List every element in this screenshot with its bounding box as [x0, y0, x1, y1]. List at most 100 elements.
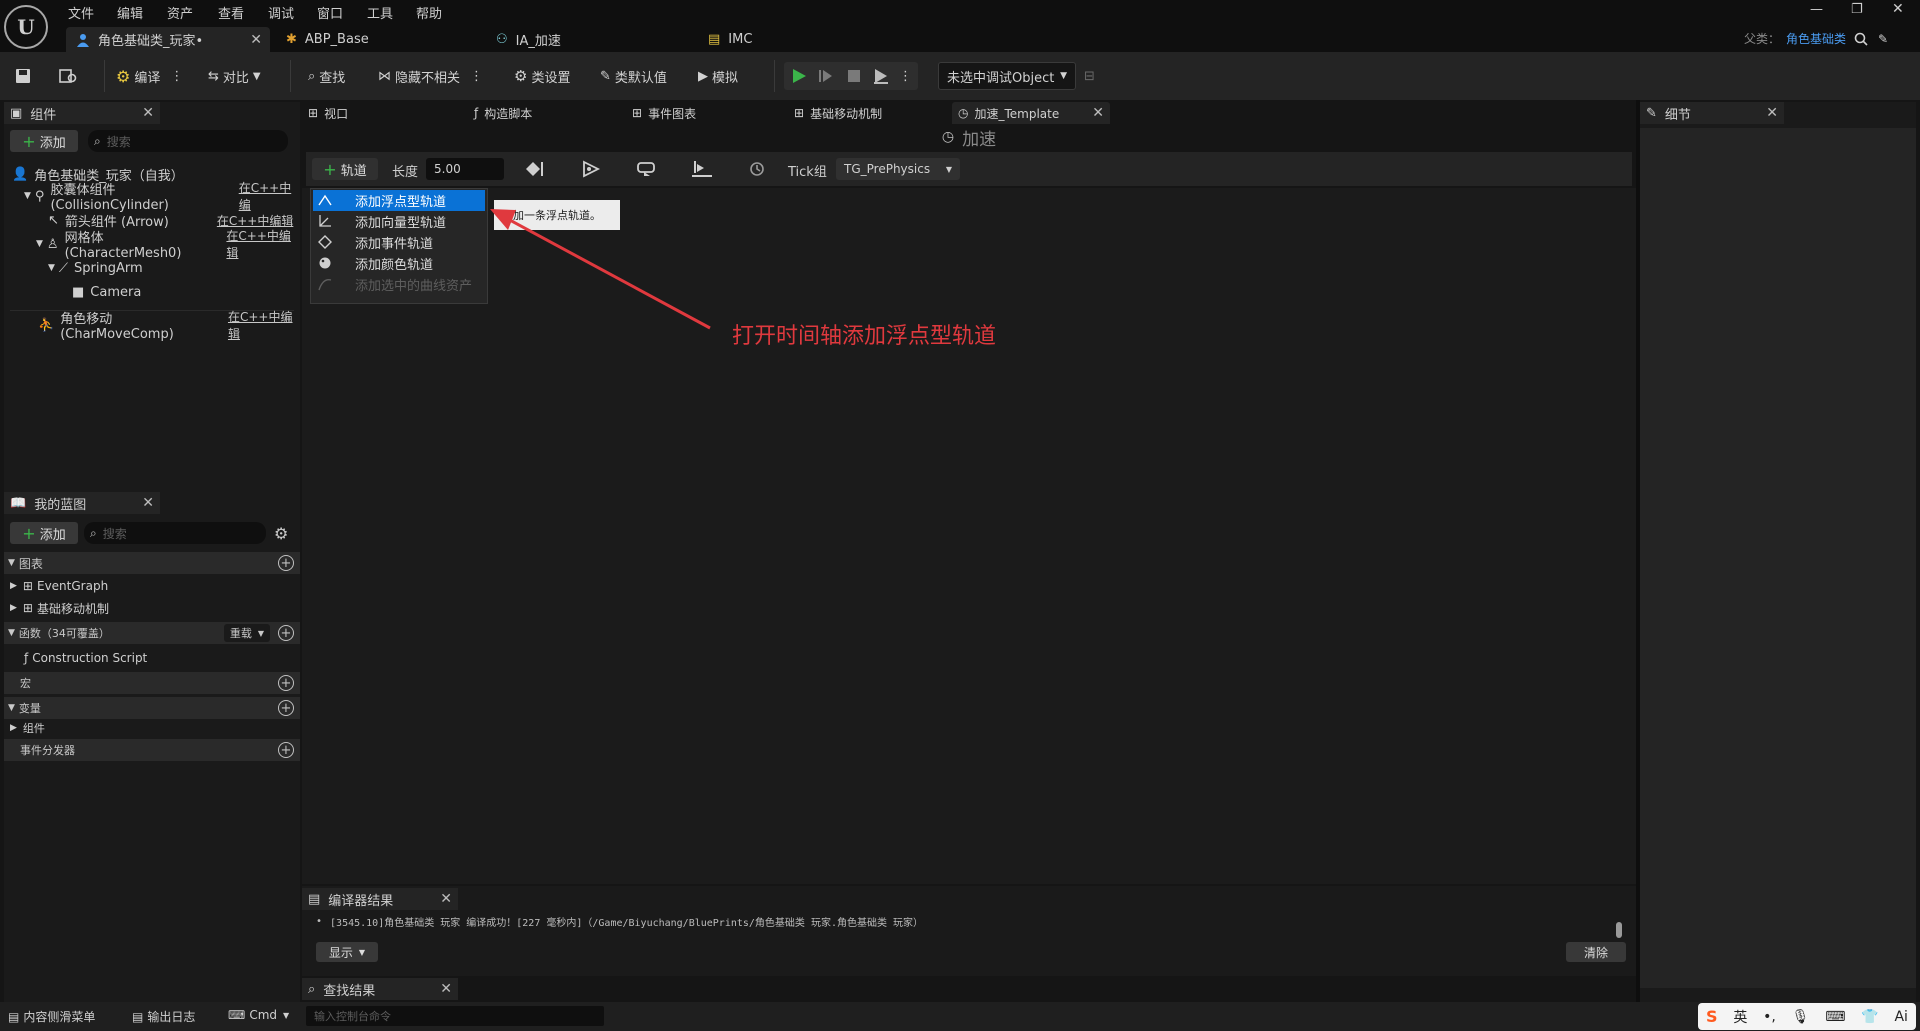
- show-filter-button[interactable]: 显示 ▼: [316, 942, 378, 962]
- menu-file[interactable]: 文件: [68, 3, 94, 22]
- debug-object-select[interactable]: 未选中调试Object ▼: [938, 62, 1076, 90]
- edit-icon[interactable]: ✎: [1878, 32, 1888, 46]
- tree-item-movement[interactable]: ⛹ 角色移动 (CharMoveComp) 在C++中编辑: [4, 310, 300, 342]
- tab-event-graph[interactable]: ⊞ 事件图表: [632, 102, 696, 124]
- search-icon[interactable]: [1854, 32, 1868, 46]
- parent-class-link[interactable]: 角色基础类: [1786, 30, 1846, 47]
- loop-icon[interactable]: [636, 160, 658, 178]
- close-icon[interactable]: ✕: [1092, 105, 1104, 121]
- section-macros[interactable]: 宏 +: [4, 672, 300, 694]
- close-icon[interactable]: ✕: [142, 495, 154, 511]
- cmd-select[interactable]: ⌨ Cmd ▼: [228, 1008, 289, 1022]
- section-functions[interactable]: ▼ 函数（34可覆盖） 重载 ▼ +: [4, 622, 300, 644]
- edit-in-cpp-link[interactable]: 在C++中编辑: [228, 308, 300, 342]
- simulate-button[interactable]: ▶ 模拟: [698, 62, 738, 90]
- tab-abp-base[interactable]: ✱ ABP_Base: [286, 27, 369, 52]
- tab-viewport[interactable]: ⊞ 视口: [308, 102, 348, 124]
- tab-player-character[interactable]: 角色基础类_玩家• ✕: [66, 27, 270, 52]
- add-key-icon[interactable]: [524, 160, 546, 178]
- ime-ai-button[interactable]: Ai: [1894, 1009, 1907, 1025]
- close-icon[interactable]: ✕: [440, 981, 452, 997]
- menu-item-add-vector-track[interactable]: 添加向量型轨道: [313, 211, 485, 232]
- components-search-input[interactable]: ⌕ 搜索: [88, 130, 288, 152]
- graph-item-base-move[interactable]: ▶ ⊞ 基础移动机制: [4, 598, 300, 618]
- tick-group-select[interactable]: TG_PrePhysics ▼: [836, 158, 960, 180]
- compiler-results-tab[interactable]: ▤ 编译器结果 ✕: [302, 888, 458, 910]
- menu-item-add-color-track[interactable]: 添加颜色轨道: [313, 253, 485, 274]
- menu-debug[interactable]: 调试: [268, 3, 294, 22]
- close-icon[interactable]: ✕: [1766, 105, 1778, 121]
- tab-ia-accelerate[interactable]: ⚇ IA_加速: [496, 27, 561, 52]
- play-icon[interactable]: [790, 67, 808, 85]
- find-button[interactable]: ⌕ 查找: [308, 62, 345, 90]
- tree-item-capsule[interactable]: ▼ ⚲ 胶囊体组件 (CollisionCylinder) 在C++中编: [4, 181, 300, 213]
- skin-icon[interactable]: 👕: [1861, 1009, 1878, 1025]
- menu-window[interactable]: 窗口: [317, 3, 343, 22]
- more-options-icon[interactable]: ⋮: [470, 69, 483, 84]
- add-dispatcher-icon[interactable]: +: [278, 742, 294, 758]
- menu-edit[interactable]: 编辑: [117, 3, 143, 22]
- more-options-icon[interactable]: ⋮: [170, 69, 183, 84]
- function-item-construction[interactable]: ƒ Construction Script: [4, 648, 300, 668]
- console-input[interactable]: 输入控制台命令: [306, 1006, 604, 1026]
- hide-unrelated-button[interactable]: ⋈ 隐藏不相关 ⋮: [378, 62, 483, 90]
- add-variable-icon[interactable]: +: [278, 700, 294, 716]
- eject-icon[interactable]: [872, 67, 890, 85]
- use-last-keyframe-icon[interactable]: [690, 160, 714, 178]
- debug-filter-icon[interactable]: ⊟: [1084, 62, 1095, 90]
- menu-help[interactable]: 帮助: [416, 3, 442, 22]
- close-window-button[interactable]: ✕: [1892, 1, 1904, 17]
- menu-tools[interactable]: 工具: [367, 3, 393, 22]
- clear-button[interactable]: 清除: [1566, 942, 1626, 962]
- browse-button[interactable]: [58, 62, 78, 90]
- output-log-button[interactable]: ▤ 输出日志: [132, 1008, 195, 1025]
- details-tab[interactable]: ✎ 细节 ✕: [1640, 102, 1784, 124]
- microphone-icon[interactable]: 🎙: [1792, 1009, 1810, 1025]
- step-forward-icon[interactable]: [817, 67, 835, 85]
- class-settings-button[interactable]: ⚙ 类设置: [514, 62, 570, 90]
- menu-view[interactable]: 查看: [218, 3, 244, 22]
- variable-group-components[interactable]: ▶ 组件: [4, 719, 300, 737]
- override-dropdown[interactable]: 重载 ▼: [223, 624, 270, 642]
- find-results-tab[interactable]: ⌕ 查找结果 ✕: [302, 978, 458, 1000]
- punctuation-icon[interactable]: •,: [1763, 1009, 1776, 1025]
- save-button[interactable]: [14, 62, 32, 90]
- add-component-button[interactable]: + 添加: [10, 130, 78, 152]
- tab-imc[interactable]: ▤ IMC: [708, 27, 752, 52]
- menu-item-add-float-track[interactable]: 添加浮点型轨道: [313, 190, 485, 211]
- section-variables[interactable]: ▼ 变量 +: [4, 697, 300, 719]
- log-scrollbar[interactable]: [1616, 922, 1622, 938]
- ime-language-toggle[interactable]: 英: [1733, 1007, 1747, 1027]
- tab-base-move[interactable]: ⊞ 基础移动机制: [794, 102, 882, 124]
- graph-item-eventgraph[interactable]: ▶ ⊞ EventGraph: [4, 576, 300, 596]
- tree-item-mesh[interactable]: ▼ ♙ 网格体 (CharacterMesh0) 在C++中编辑: [4, 229, 300, 261]
- add-member-button[interactable]: + 添加: [10, 522, 78, 544]
- autoplay-icon[interactable]: [580, 160, 602, 178]
- menu-asset[interactable]: 资产: [167, 3, 193, 22]
- gear-icon[interactable]: ⚙: [274, 524, 288, 543]
- add-track-button[interactable]: + 轨道: [312, 158, 378, 180]
- keyboard-icon[interactable]: ⌨: [1825, 1009, 1845, 1025]
- edit-in-cpp-link[interactable]: 在C++中编辑: [217, 212, 294, 229]
- tree-item-camera[interactable]: ■ Camera: [4, 282, 300, 302]
- section-graphs[interactable]: ▼ 图表 +: [4, 552, 300, 574]
- content-drawer-button[interactable]: ▤ 内容侧滑菜单: [8, 1008, 95, 1025]
- section-dispatchers[interactable]: 事件分发器 +: [4, 739, 300, 761]
- close-icon[interactable]: ✕: [250, 32, 262, 48]
- blueprint-search-input[interactable]: ⌕ 搜索: [84, 522, 266, 544]
- class-defaults-button[interactable]: ✎ 类默认值: [600, 62, 667, 90]
- tree-item-springarm[interactable]: ▼ ⟋ SpringArm: [4, 258, 300, 278]
- my-blueprint-tab[interactable]: 📖 我的蓝图 ✕: [4, 492, 160, 514]
- add-function-icon[interactable]: +: [278, 625, 294, 641]
- tab-construction-script[interactable]: ƒ 构造脚本: [474, 102, 532, 124]
- close-icon[interactable]: ✕: [142, 105, 154, 121]
- compiler-log-line[interactable]: • [3545.10]角色基础类_玩家 编译成功！[227 毫秒内]（/Game…: [302, 914, 1602, 929]
- close-icon[interactable]: ✕: [440, 891, 452, 907]
- compile-button[interactable]: ⚙ 编译 ⋮: [116, 62, 183, 90]
- restore-button[interactable]: ❐: [1851, 2, 1863, 17]
- components-tab[interactable]: ▣ 组件 ✕: [4, 102, 160, 124]
- edit-in-cpp-link[interactable]: 在C++中编辑: [226, 227, 300, 261]
- minimize-button[interactable]: —: [1810, 2, 1823, 17]
- diff-button[interactable]: ⇆ 对比 ▼: [208, 62, 261, 90]
- tab-timeline-template[interactable]: ◷ 加速_Template ✕: [952, 102, 1110, 124]
